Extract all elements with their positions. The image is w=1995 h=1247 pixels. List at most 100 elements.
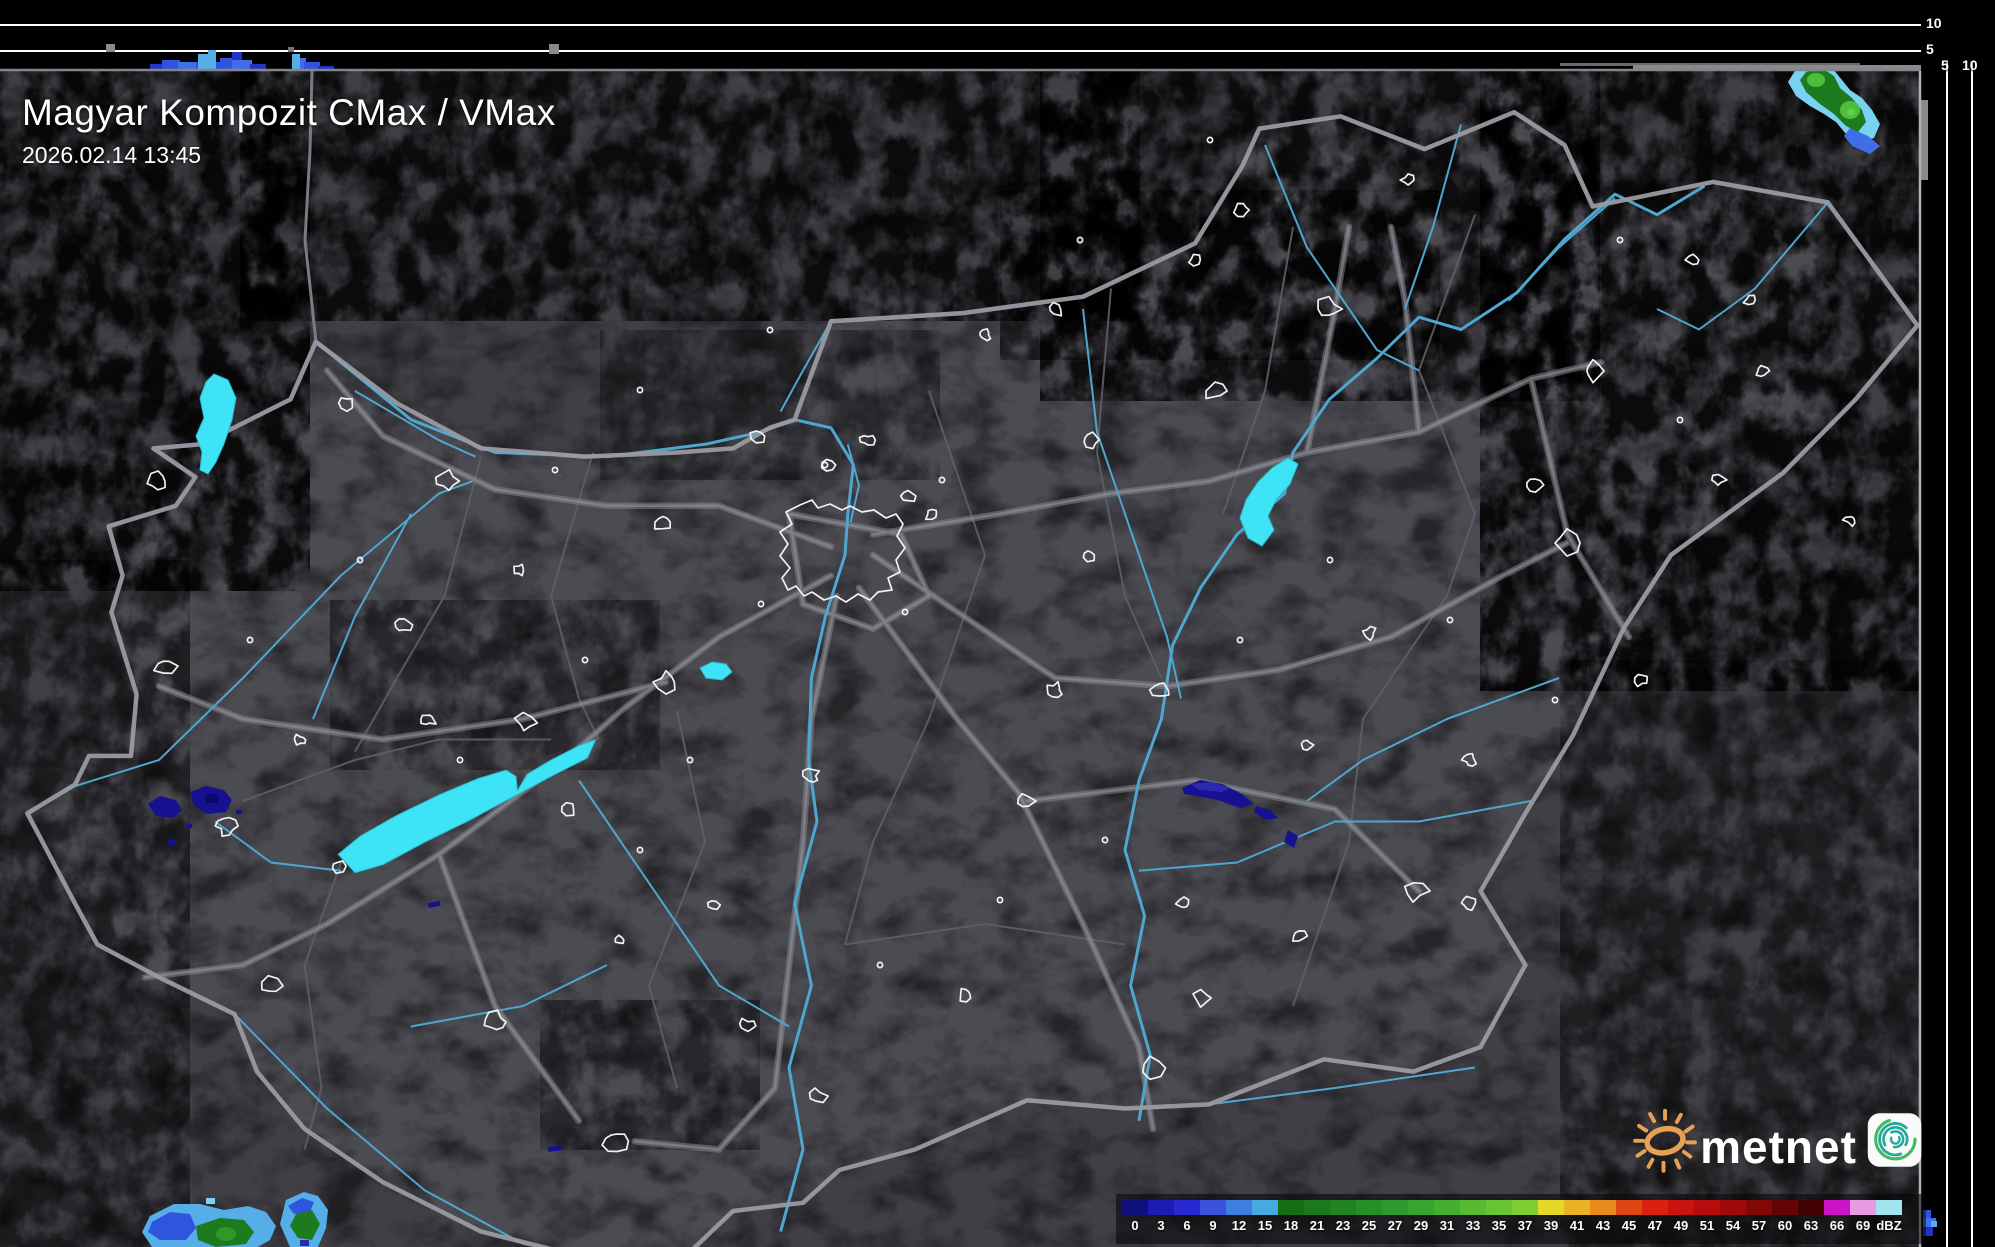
legend-cell: 51	[1694, 1200, 1720, 1233]
legend-tick-label: 27	[1387, 1218, 1403, 1233]
legend-tick-label: 18	[1283, 1218, 1299, 1233]
legend-cell: 69	[1850, 1200, 1876, 1233]
terrain-silhouette	[1921, 100, 1928, 180]
legend-swatch	[1200, 1200, 1226, 1215]
legend-tick-label: 54	[1725, 1218, 1741, 1233]
legend-swatch	[1590, 1200, 1616, 1215]
legend-tick-label: 57	[1751, 1218, 1767, 1233]
top-profile-10km-label: 10	[1926, 15, 1942, 31]
legend-swatch	[1616, 1200, 1642, 1215]
legend-swatch	[1538, 1200, 1564, 1215]
mountain-texture	[600, 330, 940, 480]
legend-cell: 43	[1590, 1200, 1616, 1233]
right-profile-strip	[1921, 0, 1995, 1247]
sun-icon	[1633, 1108, 1697, 1173]
radar-map-canvas	[0, 0, 1995, 1247]
echo-profile-pixel	[292, 54, 300, 71]
mountain-texture	[330, 600, 660, 770]
legend-swatch	[1746, 1200, 1772, 1215]
legend-cell: 9	[1200, 1200, 1226, 1233]
top-profile-strip	[0, 0, 1921, 71]
map-body	[0, 71, 1921, 1247]
legend-swatch	[1772, 1200, 1798, 1215]
legend-tick-label: 29	[1413, 1218, 1429, 1233]
legend-cell: 0	[1122, 1200, 1148, 1233]
legend-swatch	[1642, 1200, 1668, 1215]
legend-swatch	[1122, 1200, 1148, 1215]
legend-swatch	[1252, 1200, 1278, 1215]
legend-swatch	[1564, 1200, 1590, 1215]
legend-tick-label: dBZ	[1876, 1218, 1902, 1233]
legend-cell: 35	[1486, 1200, 1512, 1233]
legend-swatch	[1512, 1200, 1538, 1215]
legend-swatch	[1824, 1200, 1850, 1215]
legend-tick-label: 37	[1517, 1218, 1533, 1233]
legend-tick-label: 49	[1673, 1218, 1689, 1233]
terrain-silhouette	[106, 44, 115, 52]
legend-cell: 6	[1174, 1200, 1200, 1233]
legend-tick-label: 60	[1777, 1218, 1793, 1233]
terrain-silhouette	[549, 44, 559, 54]
legend-cell: 47	[1642, 1200, 1668, 1233]
legend-tick-label: 51	[1699, 1218, 1715, 1233]
legend-tick-label: 23	[1335, 1218, 1351, 1233]
legend-tick-label: 39	[1543, 1218, 1559, 1233]
legend-cell: 27	[1382, 1200, 1408, 1233]
echo-profile-pixel	[208, 50, 216, 71]
legend-cell: 54	[1720, 1200, 1746, 1233]
dbz-legend-cells: 0 3 6 9 12 15 18 21 23 25 27 29 31 33 35 37 39 41 43 45 47 49…	[1122, 1200, 1924, 1233]
legend-cell: 66	[1824, 1200, 1850, 1233]
mountain-texture	[1480, 71, 1921, 691]
legend-swatch	[1330, 1200, 1356, 1215]
legend-cell: 31	[1434, 1200, 1460, 1233]
metnet-wordmark: metnet	[1700, 1121, 1857, 1173]
legend-cell: 21	[1304, 1200, 1330, 1233]
legend-swatch	[1876, 1200, 1902, 1215]
legend-cell: 12	[1226, 1200, 1252, 1233]
metnet-logo: metnet	[1632, 1094, 1922, 1186]
legend-swatch	[1356, 1200, 1382, 1215]
legend-tick-label: 63	[1803, 1218, 1819, 1233]
legend-tick-label: 35	[1491, 1218, 1507, 1233]
legend-tick-label: 25	[1361, 1218, 1377, 1233]
legend-tick-label: 47	[1647, 1218, 1663, 1233]
top-profile-5km-label: 5	[1926, 41, 1934, 57]
legend-tick-label: 43	[1595, 1218, 1611, 1233]
mountain-texture	[1000, 190, 1440, 360]
legend-tick-label: 41	[1569, 1218, 1585, 1233]
legend-tick-label: 3	[1157, 1218, 1165, 1233]
terrain-silhouette	[288, 47, 294, 52]
legend-swatch	[1668, 1200, 1694, 1215]
legend-swatch	[1486, 1200, 1512, 1215]
product-timestamp: 2026.02.14 13:45	[22, 142, 202, 168]
legend-cell: 39	[1538, 1200, 1564, 1233]
product-title: Magyar Kompozit CMax / VMax	[22, 92, 556, 133]
legend-tick-label: 15	[1257, 1218, 1273, 1233]
right-profile-10km-label: 10	[1962, 57, 1978, 73]
legend-cell: 49	[1668, 1200, 1694, 1233]
right-profile-5km-label: 5	[1941, 57, 1949, 73]
legend-tick-label: 45	[1621, 1218, 1637, 1233]
legend-swatch	[1174, 1200, 1200, 1215]
metnet-app-icon	[1867, 1113, 1922, 1167]
legend-swatch	[1850, 1200, 1876, 1215]
legend-cell: 41	[1564, 1200, 1590, 1233]
title-block: Magyar Kompozit CMax / VMax 2026.02.14 1…	[22, 92, 556, 169]
legend-swatch	[1226, 1200, 1252, 1215]
echo-profile-pixel	[198, 54, 208, 71]
legend-cell: 60	[1772, 1200, 1798, 1233]
legend-tick-label: 0	[1131, 1218, 1139, 1233]
legend-cell: 23	[1330, 1200, 1356, 1233]
legend-swatch	[1798, 1200, 1824, 1215]
legend-swatch	[1460, 1200, 1486, 1215]
mountain-texture	[540, 1000, 760, 1150]
legend-cell: 45	[1616, 1200, 1642, 1233]
legend-cell: 63	[1798, 1200, 1824, 1233]
legend-tick-label: 9	[1209, 1218, 1217, 1233]
legend-cell: 18	[1278, 1200, 1304, 1233]
legend-cell: 37	[1512, 1200, 1538, 1233]
legend-swatch	[1278, 1200, 1304, 1215]
legend-tick-label: 33	[1465, 1218, 1481, 1233]
legend-cell: 25	[1356, 1200, 1382, 1233]
legend-cell: 29	[1408, 1200, 1434, 1233]
